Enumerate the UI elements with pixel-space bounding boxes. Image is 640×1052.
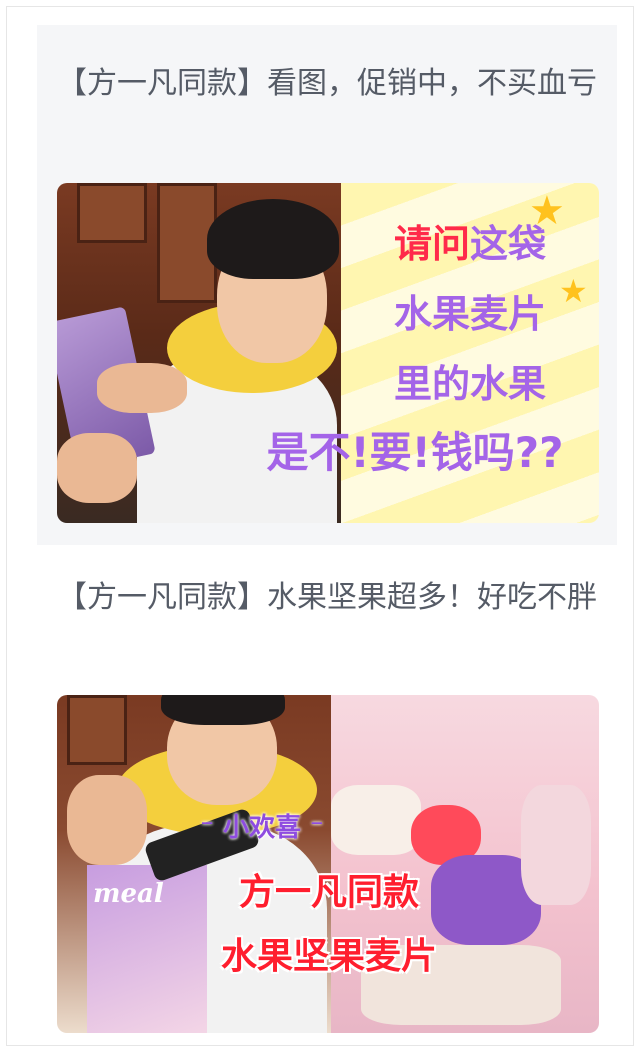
tag-label: ⁻ 小欢喜 ⁻ [200,813,324,843]
feed-card[interactable]: 【方一凡同款】水果坚果超多！好吃不胖 meal ⁻ 小欢喜 ⁻ 方一凡同款 水果… [37,555,617,1045]
hand [57,433,137,503]
shelf [67,695,127,765]
card-title[interactable]: 【方一凡同款】看图，促销中，不买血亏 [57,59,597,109]
promo-line-3: 里的水果 [393,362,546,406]
card-title[interactable]: 【方一凡同款】水果坚果超多！好吃不胖 [57,573,597,623]
feed-frame: 【方一凡同款】看图，促销中，不买血亏 ★ ★ 请问这袋 水果麦片 里的水果 是不… [6,6,634,1046]
overlay-line-1: 方一凡同款 [238,872,419,913]
oat-flakes [521,785,591,905]
card-thumbnail[interactable]: meal ⁻ 小欢喜 ⁻ 方一凡同款 水果坚果麦片 [57,695,599,1033]
promo-panel: ★ ★ 请问这袋 水果麦片 里的水果 是不!要!钱吗?? [266,183,599,523]
hand [97,363,187,413]
bag-label: meal [93,879,164,909]
overlay-line-2: 水果坚果麦片 [220,936,437,977]
shelf [77,183,147,243]
promo-line-1: 请问这袋 [393,222,547,266]
promo-line-4: 是不!要!钱吗?? [266,428,564,477]
hair [207,199,339,279]
feed-card[interactable]: 【方一凡同款】看图，促销中，不买血亏 ★ ★ 请问这袋 水果麦片 里的水果 是不… [37,25,617,545]
card-thumbnail[interactable]: ★ ★ 请问这袋 水果麦片 里的水果 是不!要!钱吗?? [57,183,599,523]
yogurt-cube [331,785,421,855]
hand [67,775,147,865]
hair [161,695,285,725]
cereal-bag: meal [87,865,207,1033]
promo-line-2: 水果麦片 [393,292,546,336]
